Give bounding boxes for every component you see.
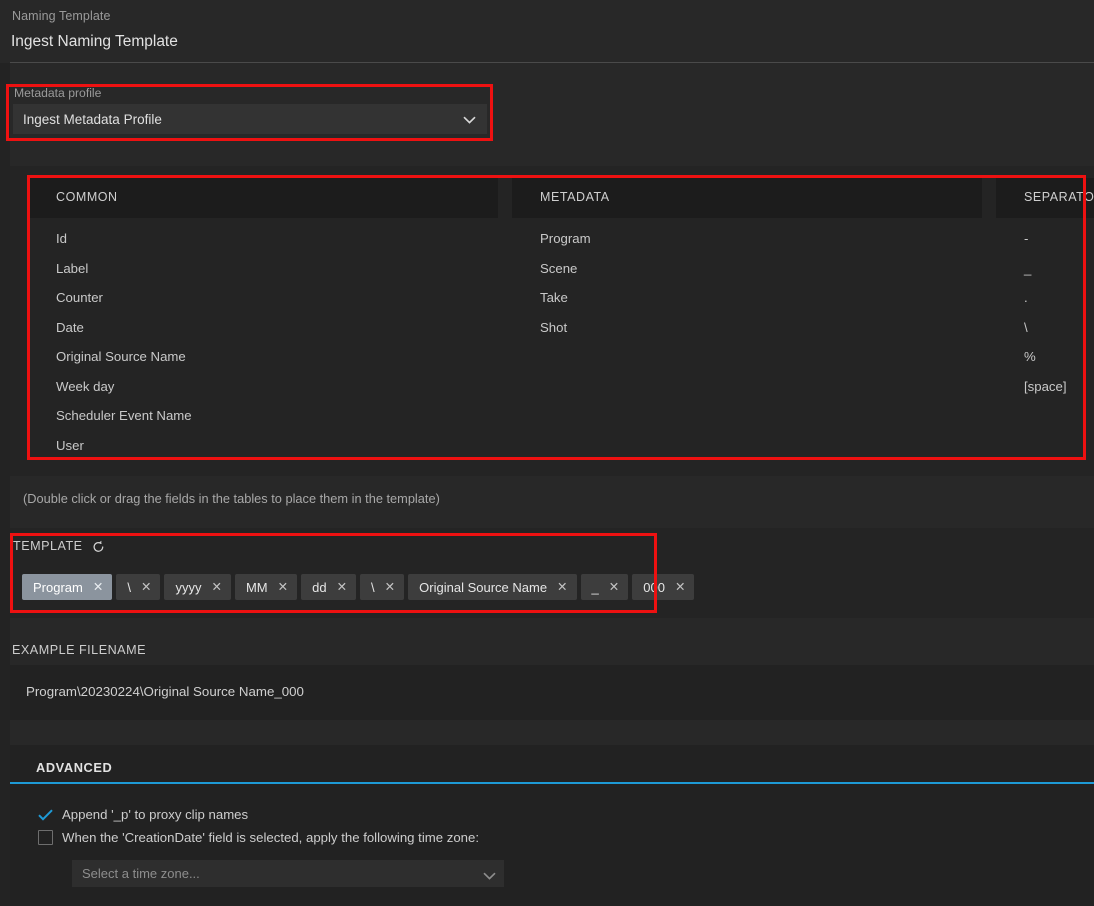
template-chip-label: \ [127,579,131,595]
ingest-naming-template-page: Naming Template Ingest Naming Template M… [0,0,1094,906]
example-filename-panel: Program\20230224\Original Source Name_00… [10,665,1094,720]
metadata-column-header: METADATA [512,178,982,218]
close-x-icon[interactable]: ✕ [557,581,567,594]
common-field-item[interactable]: Week day [56,372,496,402]
common-field-item[interactable]: User [56,431,496,461]
left-edge-strip [0,0,10,906]
template-chip[interactable]: _ ✕ [580,574,629,600]
append-proxy-suffix-label: Append '_p' to proxy clip names [62,807,249,822]
creationdate-timezone-label: When the 'CreationDate' field is selecte… [62,830,480,845]
template-chip-label: \ [371,579,375,595]
template-chip[interactable]: \ ✕ [360,574,405,600]
metadata-field-list: Program Scene Take Shot [540,224,980,342]
template-chip-label: MM [245,579,268,595]
drag-hint-text: (Double click or drag the fields in the … [23,491,440,506]
metadata-field-item[interactable]: Scene [540,254,980,284]
header-divider [10,62,1094,63]
common-column-header: COMMON [28,178,498,218]
common-field-item[interactable]: Label [56,254,496,284]
timezone-select[interactable]: Select a time zone... [72,860,504,887]
template-chip-list: Program ✕ \ ✕ yyyy ✕ MM ✕ dd ✕ \ ✕ Original Source N… [22,574,695,600]
metadata-profile-select[interactable]: Ingest Metadata Profile [13,104,487,134]
metadata-field-item[interactable]: Shot [540,313,980,343]
page-header: Naming Template Ingest Naming Template [0,0,1094,63]
advanced-section-title: ADVANCED [36,760,113,775]
common-field-item[interactable]: Counter [56,283,496,313]
separator-field-item[interactable]: - [1024,224,1094,254]
page-title: Ingest Naming Template [11,33,178,50]
close-x-icon[interactable]: ✕ [385,581,395,594]
metadata-field-item[interactable]: Program [540,224,980,254]
close-x-icon[interactable]: ✕ [278,581,288,594]
checkmark-icon [38,807,53,822]
template-chip[interactable]: dd ✕ [301,574,357,600]
template-chip-label: Program [33,579,83,595]
template-chip[interactable]: Program ✕ [22,574,113,600]
close-x-icon[interactable]: ✕ [93,581,103,594]
separator-field-item[interactable]: [space] [1024,372,1094,402]
template-chip-label: dd [312,579,327,595]
template-header: TEMPLATE [13,539,105,553]
template-title: TEMPLATE [13,539,83,553]
template-chip-label: Original Source Name [419,579,548,595]
separator-column-header: SEPARATOR [996,178,1094,218]
reset-counterclockwise-icon[interactable] [92,540,105,553]
append-proxy-suffix-option[interactable]: Append '_p' to proxy clip names [38,807,248,822]
metadata-profile-block: Metadata profile Ingest Metadata Profile [10,84,488,136]
common-field-item[interactable]: Scheduler Event Name [56,401,496,431]
close-x-icon[interactable]: ✕ [337,581,347,594]
field-tables: COMMON METADATA SEPARATOR IdLabelCounter… [10,166,1094,476]
advanced-panel: ADVANCED Append '_p' to proxy clip names… [10,745,1094,906]
example-filename-label: EXAMPLE FILENAME [12,643,146,657]
example-filename-value: Program\20230224\Original Source Name_00… [26,684,304,699]
template-chip-label: _ [591,579,599,595]
close-x-icon[interactable]: ✕ [141,581,151,594]
separator-field-item[interactable]: % [1024,342,1094,372]
metadata-profile-label: Metadata profile [14,86,102,100]
advanced-accent-underline [10,782,1094,784]
template-chip[interactable]: MM ✕ [234,574,298,600]
template-chip-label: 000 [643,579,665,595]
template-chip-label: yyyy [175,579,202,595]
common-field-item[interactable]: Date [56,313,496,343]
close-x-icon[interactable]: ✕ [609,581,619,594]
template-chip[interactable]: 000 ✕ [632,574,695,600]
empty-checkbox-icon [38,830,53,845]
separator-field-item[interactable]: . [1024,283,1094,313]
template-chip[interactable]: Original Source Name ✕ [408,574,577,600]
close-x-icon[interactable]: ✕ [211,581,221,594]
common-field-list: Id Label Counter Date Original Source Name We… [56,224,496,460]
separator-field-list: - _. \% [space] [1024,224,1094,401]
common-field-item[interactable]: Id [56,224,496,254]
close-x-icon[interactable]: ✕ [675,581,685,594]
template-panel: TEMPLATE Program ✕ \ ✕ yyyy ✕ MM ✕ dd ✕ \ ✕ Original… [10,528,1094,618]
separator-field-item[interactable]: _ [1024,254,1094,284]
separator-field-item[interactable]: \ [1024,313,1094,343]
common-field-item[interactable]: Original Source Name [56,342,496,372]
template-chip[interactable]: yyyy ✕ [164,574,231,600]
template-chip[interactable]: \ ✕ [116,574,161,600]
creationdate-timezone-option[interactable]: When the 'CreationDate' field is selecte… [38,830,479,845]
metadata-field-item[interactable]: Take [540,283,980,313]
breadcrumb: Naming Template [12,9,111,23]
